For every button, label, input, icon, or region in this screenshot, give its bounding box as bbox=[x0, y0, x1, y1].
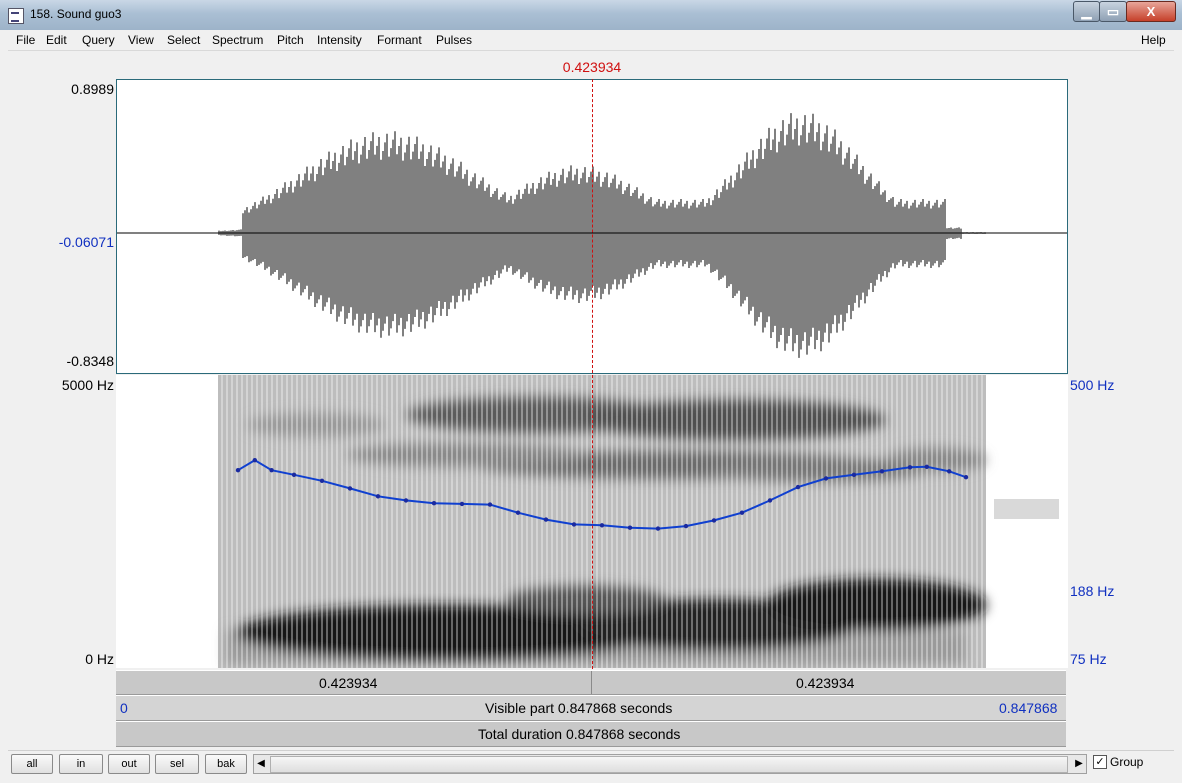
right-segment-time: 0.423934 bbox=[796, 675, 855, 691]
menu-pitch[interactable]: Pitch bbox=[277, 33, 304, 47]
pitch-point bbox=[459, 501, 465, 507]
scroll-right-arrow-icon[interactable]: ▶ bbox=[1072, 755, 1086, 773]
menu-formant[interactable]: Formant bbox=[377, 33, 422, 47]
menu-query[interactable]: Query bbox=[82, 33, 115, 47]
pitch-point bbox=[599, 523, 605, 528]
menu-view[interactable]: View bbox=[128, 33, 154, 47]
menu-select[interactable]: Select bbox=[167, 33, 200, 47]
menu-file[interactable]: File bbox=[16, 33, 35, 47]
pitch-point bbox=[851, 472, 857, 477]
pitch-point bbox=[543, 517, 549, 522]
zoom-in-button[interactable]: in bbox=[59, 754, 103, 774]
pitch-point bbox=[487, 502, 493, 507]
minimize-button[interactable]: ▁ bbox=[1073, 1, 1100, 22]
pitch-point bbox=[375, 494, 381, 499]
pitch-point bbox=[291, 472, 297, 477]
visible-part-bar[interactable]: 0 Visible part 0.847868 seconds 0.847868 bbox=[116, 695, 1066, 721]
menu-spectrum[interactable]: Spectrum bbox=[212, 33, 263, 47]
pitch-point bbox=[403, 498, 409, 503]
cursor-divider bbox=[591, 671, 592, 694]
spectrogram-top-freq-label: 5000 Hz bbox=[61, 377, 114, 393]
waveform-min-label: -0.8348 bbox=[66, 353, 114, 369]
pitch-point bbox=[879, 469, 885, 474]
pitch-point bbox=[319, 478, 325, 483]
total-duration-bar[interactable]: Total duration 0.847868 seconds bbox=[116, 721, 1066, 747]
pitch-point bbox=[907, 465, 913, 470]
pitch-point bbox=[795, 484, 801, 490]
maximize-button[interactable]: ▭ bbox=[1099, 1, 1127, 22]
waveform-max-label: 0.8989 bbox=[71, 81, 114, 97]
title-bar: 158. Sound guo3 ▁ ▭ X bbox=[0, 0, 1182, 30]
pitch-point bbox=[963, 475, 969, 480]
pitch-point bbox=[515, 510, 521, 515]
menu-pulses[interactable]: Pulses bbox=[436, 33, 472, 47]
pitch-point bbox=[823, 476, 829, 481]
group-label: Group bbox=[1110, 755, 1144, 769]
total-duration-label: Total duration 0.847868 seconds bbox=[478, 726, 681, 742]
pitch-point bbox=[571, 522, 577, 527]
spectrogram-residue bbox=[994, 499, 1059, 519]
pitch-point bbox=[739, 510, 745, 515]
cursor-time-label: 0.423934 bbox=[562, 59, 622, 75]
menu-edit[interactable]: Edit bbox=[46, 33, 67, 47]
pitch-mid-label: 188 Hz bbox=[1070, 583, 1115, 599]
zoom-back-button[interactable]: bak bbox=[205, 754, 247, 774]
pitch-bottom-label: 75 Hz bbox=[1070, 651, 1107, 667]
pitch-point bbox=[269, 468, 274, 473]
pitch-point bbox=[655, 526, 661, 531]
bottom-toolbar: all in out sel bak ◀ ▶ ✓ Group bbox=[8, 750, 1174, 777]
cursor-line[interactable] bbox=[592, 79, 593, 669]
menu-intensity[interactable]: Intensity bbox=[317, 33, 362, 47]
cursor-time-bar[interactable]: 0.423934 0.423934 bbox=[116, 670, 1066, 695]
pitch-point bbox=[683, 523, 689, 529]
pitch-point bbox=[711, 518, 717, 523]
scroll-thumb[interactable] bbox=[270, 756, 1068, 773]
scroll-left-arrow-icon[interactable]: ◀ bbox=[254, 755, 268, 773]
close-button[interactable]: X bbox=[1126, 1, 1176, 22]
spectrogram-bottom-freq-label: 0 Hz bbox=[85, 651, 114, 667]
pitch-point bbox=[924, 464, 929, 469]
all-button[interactable]: all bbox=[11, 754, 53, 774]
group-checkbox[interactable]: ✓ bbox=[1093, 755, 1107, 769]
visible-part-label: Visible part 0.847868 seconds bbox=[485, 700, 673, 716]
left-segment-time: 0.423934 bbox=[319, 675, 378, 691]
praat-sound-editor-window: 158. Sound guo3 ▁ ▭ X File Edit Query Vi… bbox=[0, 0, 1182, 783]
window-title: 158. Sound guo3 bbox=[30, 7, 122, 21]
pitch-point bbox=[627, 525, 633, 530]
pitch-point bbox=[252, 458, 257, 463]
menu-help[interactable]: Help bbox=[1141, 33, 1166, 47]
pitch-top-label: 500 Hz bbox=[1070, 377, 1115, 393]
app-icon bbox=[8, 8, 24, 24]
menu-bar: File Edit Query View Select Spectrum Pit… bbox=[8, 30, 1174, 51]
pitch-point bbox=[947, 469, 952, 474]
pitch-point bbox=[767, 498, 773, 503]
time-scrollbar[interactable]: ◀ ▶ bbox=[253, 754, 1087, 774]
pitch-point bbox=[431, 501, 437, 506]
visible-start-time: 0 bbox=[120, 700, 128, 716]
waveform-cursor-value-label: -0.06071 bbox=[58, 234, 114, 250]
pitch-point bbox=[347, 486, 353, 491]
zoom-out-button[interactable]: out bbox=[108, 754, 150, 774]
pitch-point bbox=[235, 468, 241, 473]
visible-end-time: 0.847868 bbox=[999, 700, 1058, 716]
zoom-selection-button[interactable]: sel bbox=[155, 754, 199, 774]
